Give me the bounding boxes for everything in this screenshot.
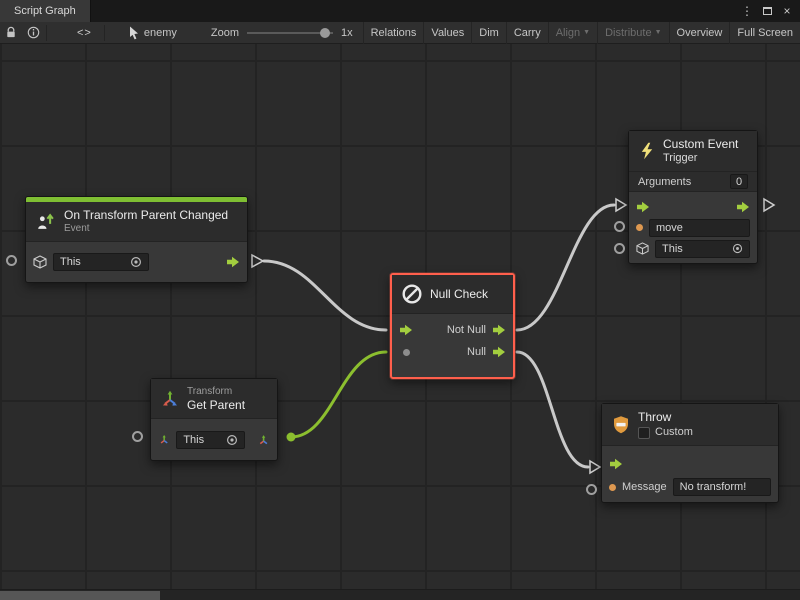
info-icon[interactable] (22, 22, 44, 44)
error-shield-icon (611, 415, 631, 435)
value-input-port[interactable] (403, 349, 410, 356)
tab-label: Script Graph (14, 5, 76, 17)
transform-icon (160, 389, 180, 409)
control-output-port[interactable] (226, 256, 240, 268)
titlebar: Script Graph ⋮ × (0, 0, 800, 22)
customevent-name-port[interactable] (614, 221, 625, 232)
chevron-down-icon: ▼ (655, 29, 662, 36)
getparent-this-port[interactable] (132, 431, 143, 442)
node-on-transform-parent-changed[interactable]: On Transform Parent Changed Event This (25, 196, 248, 283)
arguments-field[interactable]: 0 (730, 174, 748, 189)
message-label: Message (622, 481, 667, 493)
values-button[interactable]: Values (423, 22, 471, 44)
script-graph-window: Script Graph ⋮ × <> enemy Zoom 1x (0, 0, 800, 600)
node-title: Throw (638, 410, 693, 424)
zoom-slider[interactable] (247, 32, 333, 34)
code-view-button[interactable]: <> (67, 22, 102, 44)
gameobject-cube-icon (33, 255, 47, 269)
custom-label: Custom (655, 426, 693, 439)
relations-button[interactable]: Relations (363, 22, 424, 44)
control-input-port[interactable] (636, 201, 650, 213)
gameobject-cube-icon (636, 242, 649, 255)
node-subtitle: Trigger (663, 151, 738, 165)
object-picker-icon (130, 256, 142, 268)
graph-name: enemy (144, 27, 177, 39)
node-title: Get Parent (187, 398, 245, 412)
control-input-port[interactable] (399, 324, 413, 336)
window-controls: ⋮ × (739, 0, 800, 22)
transform-parent-changed-icon (35, 211, 57, 233)
null-output-port[interactable] (492, 346, 506, 358)
tab-script-graph[interactable]: Script Graph (0, 0, 91, 22)
zoom-slider-handle[interactable] (320, 28, 330, 38)
event-this-port[interactable] (6, 255, 17, 266)
custom-checkbox[interactable] (638, 427, 650, 439)
zoom-label: Zoom (211, 27, 239, 39)
carry-button[interactable]: Carry (506, 22, 548, 44)
cursor-icon (129, 26, 139, 40)
horizontal-scrollbar[interactable] (0, 589, 800, 600)
node-throw[interactable]: Throw Custom Message No transform! (601, 403, 779, 503)
menu-kebab-icon[interactable]: ⋮ (739, 2, 755, 20)
node-title: Custom Event (663, 137, 738, 151)
align-dropdown[interactable]: Align▼ (548, 22, 597, 44)
null-check-icon (401, 283, 423, 305)
node-category: Transform (187, 385, 245, 398)
distribute-dropdown[interactable]: Distribute▼ (597, 22, 668, 44)
control-input-port[interactable] (609, 458, 623, 470)
transform-output-port[interactable] (257, 433, 270, 448)
event-name-field[interactable]: move (649, 219, 750, 237)
toolbar-separator (104, 25, 105, 41)
toolbar-separator (46, 25, 47, 41)
string-input-port[interactable] (609, 484, 616, 491)
node-title: On Transform Parent Changed (64, 208, 228, 222)
string-input-port[interactable] (636, 224, 643, 231)
graph-toolbar: <> enemy Zoom 1x Relations Values Dim Ca… (0, 22, 800, 44)
customevent-this-port[interactable] (614, 243, 625, 254)
horizontal-scrollbar-thumb[interactable] (0, 591, 160, 600)
dim-button[interactable]: Dim (471, 22, 506, 44)
arguments-label: Arguments (638, 176, 691, 188)
lock-icon[interactable] (0, 22, 22, 44)
customevent-target-dropdown[interactable]: This (655, 240, 750, 258)
control-output-port[interactable] (736, 201, 750, 213)
transform-value-icon (158, 433, 170, 447)
fullscreen-button[interactable]: Full Screen (729, 22, 800, 44)
event-target-dropdown[interactable]: This (53, 253, 149, 271)
object-picker-icon (226, 434, 238, 446)
node-title: Null Check (430, 287, 488, 301)
object-picker-icon (732, 243, 743, 254)
not-null-label: Not Null (447, 324, 486, 336)
toolbar-buttons: Relations Values Dim Carry Align▼ Distri… (363, 22, 800, 44)
zoom-control: Zoom 1x (211, 27, 353, 39)
message-field[interactable]: No transform! (673, 478, 771, 496)
throw-message-port[interactable] (586, 484, 597, 495)
not-null-output-port[interactable] (492, 324, 506, 336)
getparent-target-dropdown[interactable]: This (176, 431, 245, 449)
node-subtitle: Event (64, 222, 228, 235)
maximize-icon[interactable] (759, 2, 775, 20)
lightning-icon (638, 141, 656, 161)
null-label: Null (467, 346, 486, 358)
chevron-down-icon: ▼ (583, 29, 590, 36)
node-custom-event[interactable]: Custom Event Trigger Arguments 0 move (628, 130, 758, 264)
node-null-check[interactable]: Null Check Not Null Null (390, 273, 515, 379)
close-icon[interactable]: × (779, 2, 795, 20)
node-get-parent[interactable]: Transform Get Parent This (150, 378, 278, 461)
zoom-value: 1x (341, 27, 353, 39)
graph-selector[interactable]: enemy (121, 26, 185, 40)
overview-button[interactable]: Overview (669, 22, 730, 44)
